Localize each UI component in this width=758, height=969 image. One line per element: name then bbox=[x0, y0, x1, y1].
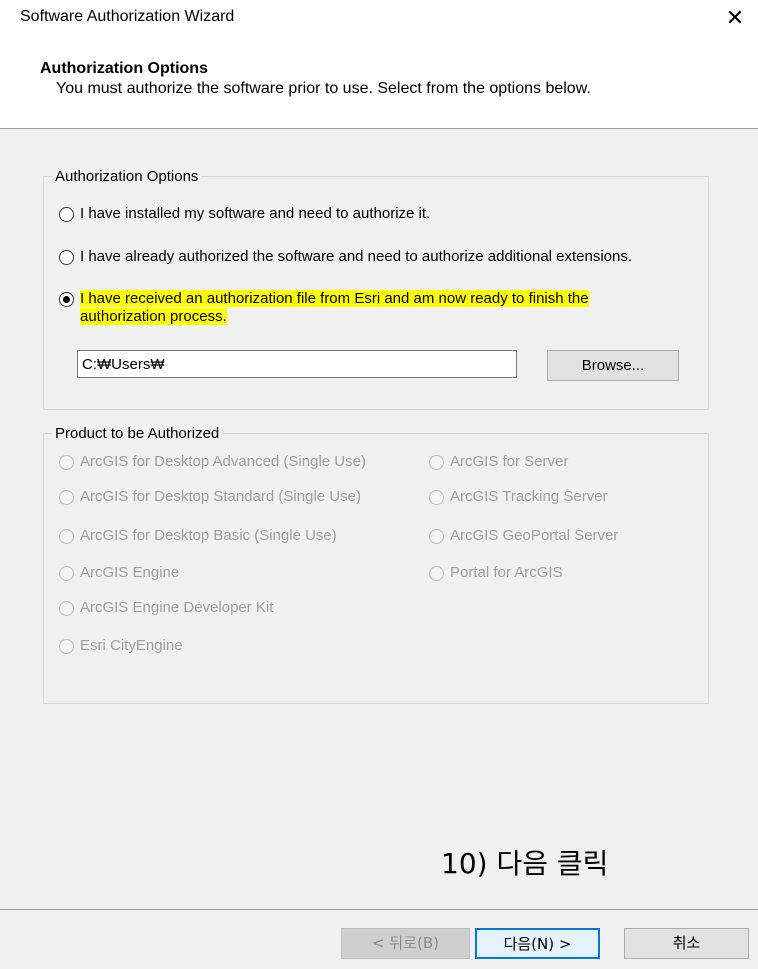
product-label: ArcGIS for Desktop Basic (Single Use) bbox=[80, 527, 337, 544]
cancel-button[interactable]: 취소 bbox=[624, 928, 749, 959]
window-title: Software Authorization Wizard bbox=[20, 8, 235, 25]
authorization-options-legend: Authorization Options bbox=[55, 168, 199, 185]
product-item[interactable]: ArcGIS Tracking Server bbox=[429, 488, 608, 505]
product-radio[interactable] bbox=[429, 566, 444, 581]
product-label: ArcGIS Engine bbox=[80, 564, 180, 581]
title-bar: Software Authorization Wizard ✕ bbox=[0, 0, 758, 40]
option-authorization-file-line1: I have received an authorization file fr… bbox=[80, 290, 589, 307]
product-label: ArcGIS GeoPortal Server bbox=[450, 527, 619, 544]
product-item[interactable]: ArcGIS for Desktop Standard (Single Use) bbox=[59, 488, 361, 505]
radio-install-authorize[interactable] bbox=[59, 207, 74, 222]
product-item[interactable]: ArcGIS for Server bbox=[429, 453, 568, 470]
product-radio[interactable] bbox=[59, 529, 74, 544]
footer-divider bbox=[0, 909, 758, 910]
product-label: Esri CityEngine bbox=[80, 637, 183, 654]
product-item[interactable]: ArcGIS Engine Developer Kit bbox=[59, 599, 273, 616]
header-panel: Authorization Options You must authorize… bbox=[0, 40, 758, 129]
option-install-authorize[interactable]: I have installed my software and need to… bbox=[59, 205, 430, 222]
product-item[interactable]: Portal for ArcGIS bbox=[429, 564, 563, 581]
back-button[interactable]: < 뒤로(B) bbox=[341, 928, 470, 959]
product-label: ArcGIS Engine Developer Kit bbox=[80, 599, 274, 616]
page-description: You must authorize the software prior to… bbox=[56, 80, 591, 97]
product-radio[interactable] bbox=[429, 490, 444, 505]
product-radio[interactable] bbox=[59, 601, 74, 616]
option-authorization-file-line2: authorization process. bbox=[80, 308, 227, 325]
page-title: Authorization Options bbox=[40, 60, 208, 77]
product-radio[interactable] bbox=[59, 490, 74, 505]
product-label: ArcGIS for Server bbox=[450, 453, 569, 470]
product-radio[interactable] bbox=[59, 639, 74, 654]
browse-button[interactable]: Browse... bbox=[547, 350, 679, 381]
instruction-annotation: 10) 다음 클릭 bbox=[441, 847, 609, 880]
product-item[interactable]: ArcGIS Engine bbox=[59, 564, 179, 581]
radio-additional-extensions[interactable] bbox=[59, 250, 74, 265]
product-radio[interactable] bbox=[59, 566, 74, 581]
product-radio[interactable] bbox=[429, 455, 444, 470]
product-label: ArcGIS Tracking Server bbox=[450, 488, 608, 505]
product-radio[interactable] bbox=[59, 455, 74, 470]
product-legend: Product to be Authorized bbox=[55, 425, 220, 442]
product-item[interactable]: ArcGIS GeoPortal Server bbox=[429, 527, 618, 544]
product-label: ArcGIS for Desktop Advanced (Single Use) bbox=[80, 453, 366, 470]
option-authorization-file-text: I have received an authorization file fr… bbox=[80, 290, 589, 326]
radio-authorization-file[interactable] bbox=[59, 292, 74, 307]
authorization-file-path-input[interactable] bbox=[77, 350, 517, 378]
close-button[interactable]: ✕ bbox=[712, 0, 758, 36]
next-button[interactable]: 다음(N) > bbox=[475, 928, 600, 959]
product-item[interactable]: ArcGIS for Desktop Basic (Single Use) bbox=[59, 527, 337, 544]
product-radio[interactable] bbox=[429, 529, 444, 544]
option-additional-extensions[interactable]: I have already authorized the software a… bbox=[59, 248, 632, 265]
product-item[interactable]: ArcGIS for Desktop Advanced (Single Use) bbox=[59, 453, 366, 470]
option-install-authorize-label: I have installed my software and need to… bbox=[80, 205, 431, 222]
product-label: ArcGIS for Desktop Standard (Single Use) bbox=[80, 488, 361, 505]
product-label: Portal for ArcGIS bbox=[450, 564, 563, 581]
option-authorization-file[interactable]: I have received an authorization file fr… bbox=[59, 290, 589, 326]
option-additional-extensions-label: I have already authorized the software a… bbox=[80, 248, 633, 265]
product-item[interactable]: Esri CityEngine bbox=[59, 637, 183, 654]
